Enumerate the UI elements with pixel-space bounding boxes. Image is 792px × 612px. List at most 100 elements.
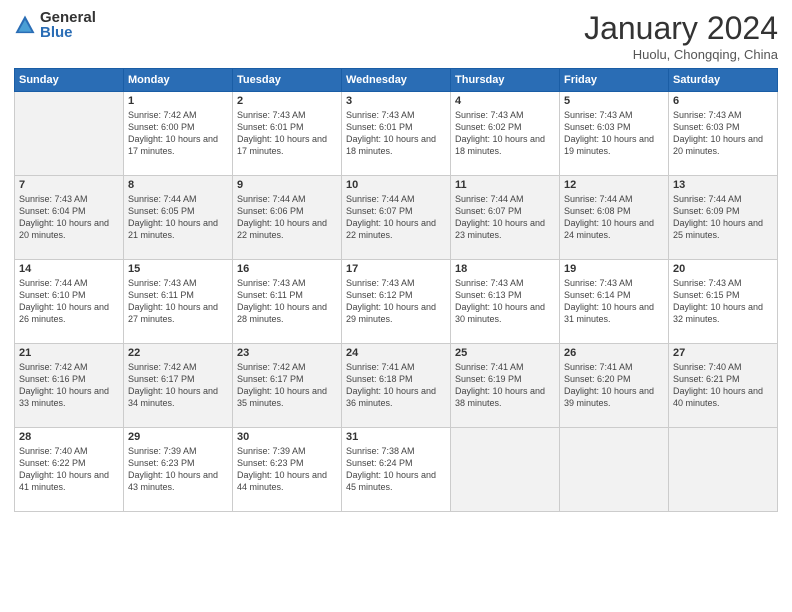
title-area: January 2024 Huolu, Chongqing, China <box>584 10 778 62</box>
day-info: Sunrise: 7:43 AMSunset: 6:04 PMDaylight:… <box>19 193 119 242</box>
calendar-week-2: 7 Sunrise: 7:43 AMSunset: 6:04 PMDaylight… <box>15 176 778 260</box>
day-number: 18 <box>455 263 555 275</box>
day-info: Sunrise: 7:39 AMSunset: 6:23 PMDaylight:… <box>237 445 337 494</box>
day-number: 11 <box>455 179 555 191</box>
day-info: Sunrise: 7:43 AMSunset: 6:15 PMDaylight:… <box>673 277 773 326</box>
table-row <box>669 428 778 512</box>
day-info: Sunrise: 7:41 AMSunset: 6:18 PMDaylight:… <box>346 361 446 410</box>
table-row: 23 Sunrise: 7:42 AMSunset: 6:17 PMDayligh… <box>233 344 342 428</box>
day-number: 3 <box>346 95 446 107</box>
col-friday: Friday <box>560 69 669 92</box>
day-number: 12 <box>564 179 664 191</box>
table-row: 12Sunrise: 7:44 AMSunset: 6:08 PMDayligh… <box>560 176 669 260</box>
col-saturday: Saturday <box>669 69 778 92</box>
day-number: 1 <box>128 95 228 107</box>
day-info: Sunrise: 7:41 AMSunset: 6:19 PMDaylight:… <box>455 361 555 410</box>
day-number: 25 <box>455 347 555 359</box>
location-subtitle: Huolu, Chongqing, China <box>584 47 778 62</box>
day-info: Sunrise: 7:42 AMSunset: 6:00 PMDaylight:… <box>128 109 228 158</box>
day-number: 7 <box>19 179 119 191</box>
table-row <box>451 428 560 512</box>
day-number: 28 <box>19 431 119 443</box>
table-row: 18 Sunrise: 7:43 AMSunset: 6:13 PMDayligh… <box>451 260 560 344</box>
day-info: Sunrise: 7:40 AMSunset: 6:21 PMDaylight:… <box>673 361 773 410</box>
day-info: Sunrise: 7:43 AMSunset: 6:01 PMDaylight:… <box>346 109 446 158</box>
table-row: 29Sunrise: 7:39 AMSunset: 6:23 PMDayligh… <box>124 428 233 512</box>
day-info: Sunrise: 7:42 AMSunset: 6:17 PMDaylight:… <box>237 361 337 410</box>
day-info: Sunrise: 7:43 AMSunset: 6:14 PMDaylight:… <box>564 277 664 326</box>
day-number: 17 <box>346 263 446 275</box>
calendar-week-4: 21 Sunrise: 7:42 AMSunset: 6:16 PMDayligh… <box>15 344 778 428</box>
calendar-week-1: 1 Sunrise: 7:42 AMSunset: 6:00 PMDaylight… <box>15 92 778 176</box>
calendar-header-row: Sunday Monday Tuesday Wednesday Thursday… <box>15 69 778 92</box>
table-row: 9 Sunrise: 7:44 AMSunset: 6:06 PMDaylight… <box>233 176 342 260</box>
day-number: 14 <box>19 263 119 275</box>
table-row: 22 Sunrise: 7:42 AMSunset: 6:17 PMDayligh… <box>124 344 233 428</box>
day-number: 21 <box>19 347 119 359</box>
day-number: 13 <box>673 179 773 191</box>
table-row: 20 Sunrise: 7:43 AMSunset: 6:15 PMDayligh… <box>669 260 778 344</box>
day-number: 4 <box>455 95 555 107</box>
logo: General Blue <box>14 10 96 40</box>
day-info: Sunrise: 7:44 AMSunset: 6:06 PMDaylight:… <box>237 193 337 242</box>
day-info: Sunrise: 7:44 AMSunset: 6:07 PMDaylight:… <box>346 193 446 242</box>
table-row: 30Sunrise: 7:39 AMSunset: 6:23 PMDayligh… <box>233 428 342 512</box>
day-info: Sunrise: 7:44 AMSunset: 6:10 PMDaylight:… <box>19 277 119 326</box>
table-row <box>560 428 669 512</box>
day-number: 27 <box>673 347 773 359</box>
table-row: 31 Sunrise: 7:38 AMSunset: 6:24 PMDayligh… <box>342 428 451 512</box>
day-info: Sunrise: 7:44 AMSunset: 6:05 PMDaylight:… <box>128 193 228 242</box>
table-row: 27 Sunrise: 7:40 AMSunset: 6:21 PMDayligh… <box>669 344 778 428</box>
col-sunday: Sunday <box>15 69 124 92</box>
day-info: Sunrise: 7:42 AMSunset: 6:17 PMDaylight:… <box>128 361 228 410</box>
col-thursday: Thursday <box>451 69 560 92</box>
table-row: 17 Sunrise: 7:43 AMSunset: 6:12 PMDayligh… <box>342 260 451 344</box>
table-row <box>15 92 124 176</box>
table-row: 28Sunrise: 7:40 AMSunset: 6:22 PMDayligh… <box>15 428 124 512</box>
day-info: Sunrise: 7:43 AMSunset: 6:12 PMDaylight:… <box>346 277 446 326</box>
table-row: 4Sunrise: 7:43 AMSunset: 6:02 PMDaylight… <box>451 92 560 176</box>
logo-blue-text: Blue <box>40 25 96 40</box>
col-monday: Monday <box>124 69 233 92</box>
day-number: 9 <box>237 179 337 191</box>
table-row: 13 Sunrise: 7:44 AMSunset: 6:09 PMDayligh… <box>669 176 778 260</box>
day-number: 8 <box>128 179 228 191</box>
day-info: Sunrise: 7:43 AMSunset: 6:11 PMDaylight:… <box>128 277 228 326</box>
day-number: 15 <box>128 263 228 275</box>
day-number: 19 <box>564 263 664 275</box>
table-row: 8 Sunrise: 7:44 AMSunset: 6:05 PMDaylight… <box>124 176 233 260</box>
day-info: Sunrise: 7:38 AMSunset: 6:24 PMDaylight:… <box>346 445 446 494</box>
day-number: 26 <box>564 347 664 359</box>
day-info: Sunrise: 7:41 AMSunset: 6:20 PMDaylight:… <box>564 361 664 410</box>
calendar-week-5: 28Sunrise: 7:40 AMSunset: 6:22 PMDayligh… <box>15 428 778 512</box>
day-number: 31 <box>346 431 446 443</box>
table-row: 3 Sunrise: 7:43 AMSunset: 6:01 PMDaylight… <box>342 92 451 176</box>
table-row: 2Sunrise: 7:43 AMSunset: 6:01 PMDaylight… <box>233 92 342 176</box>
month-title: January 2024 <box>584 10 778 47</box>
day-number: 23 <box>237 347 337 359</box>
day-info: Sunrise: 7:43 AMSunset: 6:13 PMDaylight:… <box>455 277 555 326</box>
day-info: Sunrise: 7:42 AMSunset: 6:16 PMDaylight:… <box>19 361 119 410</box>
col-wednesday: Wednesday <box>342 69 451 92</box>
table-row: 26 Sunrise: 7:41 AMSunset: 6:20 PMDayligh… <box>560 344 669 428</box>
day-info: Sunrise: 7:43 AMSunset: 6:01 PMDaylight:… <box>237 109 337 158</box>
table-row: 14 Sunrise: 7:44 AMSunset: 6:10 PMDayligh… <box>15 260 124 344</box>
table-row: 24 Sunrise: 7:41 AMSunset: 6:18 PMDayligh… <box>342 344 451 428</box>
calendar-table: Sunday Monday Tuesday Wednesday Thursday… <box>14 68 778 512</box>
table-row: 11 Sunrise: 7:44 AMSunset: 6:07 PMDayligh… <box>451 176 560 260</box>
day-number: 24 <box>346 347 446 359</box>
table-row: 21 Sunrise: 7:42 AMSunset: 6:16 PMDayligh… <box>15 344 124 428</box>
page: General Blue January 2024 Huolu, Chongqi… <box>0 0 792 612</box>
logo-general-text: General <box>40 10 96 25</box>
day-number: 22 <box>128 347 228 359</box>
day-info: Sunrise: 7:44 AMSunset: 6:07 PMDaylight:… <box>455 193 555 242</box>
table-row: 7 Sunrise: 7:43 AMSunset: 6:04 PMDaylight… <box>15 176 124 260</box>
logo-icon <box>14 14 36 36</box>
logo-text: General Blue <box>40 10 96 40</box>
col-tuesday: Tuesday <box>233 69 342 92</box>
day-number: 20 <box>673 263 773 275</box>
day-number: 5 <box>564 95 664 107</box>
day-info: Sunrise: 7:44 AMSunset: 6:09 PMDaylight:… <box>673 193 773 242</box>
calendar-week-3: 14 Sunrise: 7:44 AMSunset: 6:10 PMDayligh… <box>15 260 778 344</box>
table-row: 15 Sunrise: 7:43 AMSunset: 6:11 PMDayligh… <box>124 260 233 344</box>
